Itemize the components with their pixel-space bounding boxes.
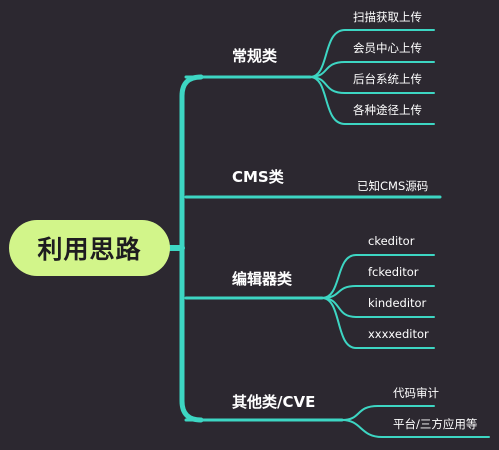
leaf-known-cms-source[interactable]: 已知CMS源码 (357, 179, 428, 193)
leaf-kindeditor[interactable]: kindeditor (368, 296, 426, 310)
leaf-fckeditor[interactable]: fckeditor (368, 265, 418, 279)
leaf-scan-upload[interactable]: 扫描获取上传 (353, 10, 422, 24)
branch-conventional[interactable]: 常规类 (232, 47, 277, 65)
leaf-member-center-upload[interactable]: 会员中心上传 (353, 41, 422, 55)
branch-editor[interactable]: 编辑器类 (232, 270, 292, 288)
leaf-platform-third-party[interactable]: 平台/三方应用等 (393, 417, 477, 431)
branch-other-cve[interactable]: 其他类/CVE (232, 393, 315, 411)
root-node[interactable]: 利用思路 (9, 220, 170, 276)
leaf-various-upload[interactable]: 各种途径上传 (353, 103, 422, 117)
leaf-xxxxeditor[interactable]: xxxxeditor (368, 327, 429, 341)
branch-cms[interactable]: CMS类 (232, 168, 284, 186)
leaf-ckeditor[interactable]: ckeditor (368, 234, 414, 248)
leaf-code-audit[interactable]: 代码审计 (393, 386, 439, 400)
leaf-admin-system-upload[interactable]: 后台系统上传 (353, 72, 422, 86)
